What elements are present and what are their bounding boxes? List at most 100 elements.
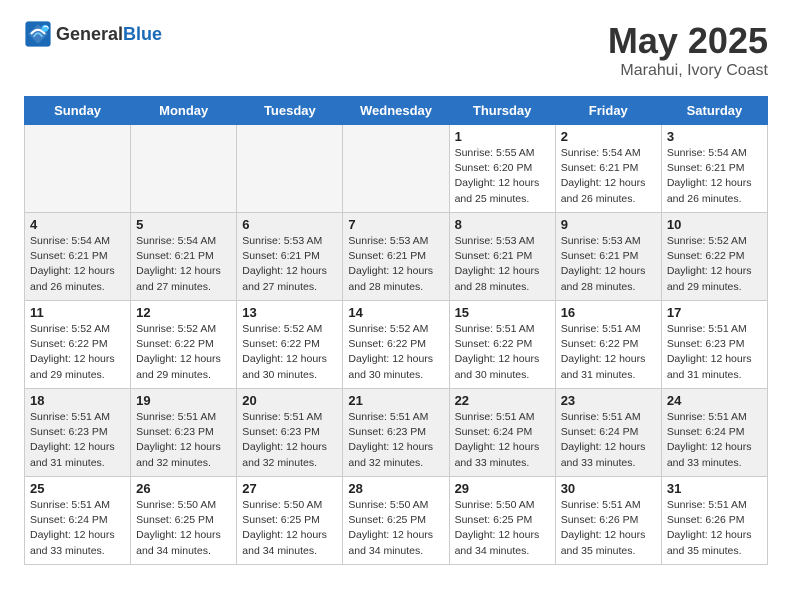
day-number: 9 [561,217,656,232]
day-info: Sunrise: 5:51 AM Sunset: 6:26 PM Dayligh… [561,498,656,559]
day-number: 21 [348,393,443,408]
cal-cell: 5 Sunrise: 5:54 AM Sunset: 6:21 PM Daylig… [131,213,237,301]
cal-cell: 1Sunrise: 5:55 AM Sunset: 6:20 PM Daylig… [449,125,555,213]
cal-cell: 11Sunrise: 5:52 AM Sunset: 6:22 PM Dayli… [25,301,131,389]
day-info: Sunrise: 5:51 AM Sunset: 6:23 PM Dayligh… [30,410,125,471]
calendar-title: May 2025 [608,20,768,62]
cal-cell: 22Sunrise: 5:51 AM Sunset: 6:24 PM Dayli… [449,389,555,477]
week-row-5: 25 Sunrise: 5:51 AM Sunset: 6:24 PM Dayli… [25,477,768,565]
cal-cell: 7 Sunrise: 5:53 AM Sunset: 6:21 PM Daylig… [343,213,449,301]
cal-cell: 4 Sunrise: 5:54 AM Sunset: 6:21 PM Daylig… [25,213,131,301]
day-number: 10 [667,217,762,232]
cal-cell: 10Sunrise: 5:52 AM Sunset: 6:22 PM Dayli… [661,213,767,301]
cal-cell: 18 Sunrise: 5:51 AM Sunset: 6:23 PM Dayli… [25,389,131,477]
day-info: Sunrise: 5:53 AM Sunset: 6:21 PM Dayligh… [561,234,656,295]
day-number: 31 [667,481,762,496]
cal-cell: 19Sunrise: 5:51 AM Sunset: 6:23 PM Dayli… [131,389,237,477]
cal-cell: 9 Sunrise: 5:53 AM Sunset: 6:21 PM Daylig… [555,213,661,301]
day-header-row: SundayMondayTuesdayWednesdayThursdayFrid… [25,97,768,125]
day-info: Sunrise: 5:53 AM Sunset: 6:21 PM Dayligh… [348,234,443,295]
day-info: Sunrise: 5:54 AM Sunset: 6:21 PM Dayligh… [561,146,656,207]
cal-cell: 26 Sunrise: 5:50 AM Sunset: 6:25 PM Dayli… [131,477,237,565]
day-info: Sunrise: 5:52 AM Sunset: 6:22 PM Dayligh… [348,322,443,383]
day-number: 17 [667,305,762,320]
day-number: 30 [561,481,656,496]
header: GeneralBlue May 2025 Marahui, Ivory Coas… [24,20,768,80]
day-number: 7 [348,217,443,232]
day-header-thursday: Thursday [449,97,555,125]
day-info: Sunrise: 5:54 AM Sunset: 6:21 PM Dayligh… [136,234,231,295]
day-number: 16 [561,305,656,320]
cal-cell: 8Sunrise: 5:53 AM Sunset: 6:21 PM Daylig… [449,213,555,301]
day-info: Sunrise: 5:50 AM Sunset: 6:25 PM Dayligh… [136,498,231,559]
day-number: 6 [242,217,337,232]
day-header-wednesday: Wednesday [343,97,449,125]
day-info: Sunrise: 5:50 AM Sunset: 6:25 PM Dayligh… [348,498,443,559]
logo: GeneralBlue [24,20,162,48]
day-number: 28 [348,481,443,496]
cal-cell: 14 Sunrise: 5:52 AM Sunset: 6:22 PM Dayli… [343,301,449,389]
day-number: 26 [136,481,231,496]
logo-text: GeneralBlue [56,25,162,44]
cal-cell: 31 Sunrise: 5:51 AM Sunset: 6:26 PM Dayli… [661,477,767,565]
day-info: Sunrise: 5:51 AM Sunset: 6:24 PM Dayligh… [667,410,762,471]
calendar-page: GeneralBlue May 2025 Marahui, Ivory Coas… [0,0,792,585]
day-info: Sunrise: 5:51 AM Sunset: 6:23 PM Dayligh… [348,410,443,471]
day-info: Sunrise: 5:51 AM Sunset: 6:22 PM Dayligh… [561,322,656,383]
day-header-friday: Friday [555,97,661,125]
day-info: Sunrise: 5:51 AM Sunset: 6:24 PM Dayligh… [30,498,125,559]
calendar-table: SundayMondayTuesdayWednesdayThursdayFrid… [24,96,768,565]
cal-cell: 3Sunrise: 5:54 AM Sunset: 6:21 PM Daylig… [661,125,767,213]
day-info: Sunrise: 5:54 AM Sunset: 6:21 PM Dayligh… [30,234,125,295]
week-row-1: 1Sunrise: 5:55 AM Sunset: 6:20 PM Daylig… [25,125,768,213]
cal-cell [25,125,131,213]
day-number: 20 [242,393,337,408]
cal-cell [237,125,343,213]
cal-cell [343,125,449,213]
day-number: 23 [561,393,656,408]
cal-cell: 15 Sunrise: 5:51 AM Sunset: 6:22 PM Dayli… [449,301,555,389]
day-info: Sunrise: 5:51 AM Sunset: 6:22 PM Dayligh… [455,322,550,383]
day-number: 8 [455,217,550,232]
day-info: Sunrise: 5:50 AM Sunset: 6:25 PM Dayligh… [455,498,550,559]
cal-cell: 23 Sunrise: 5:51 AM Sunset: 6:24 PM Dayli… [555,389,661,477]
day-number: 2 [561,129,656,144]
calendar-subtitle: Marahui, Ivory Coast [608,62,768,80]
day-number: 5 [136,217,231,232]
day-header-tuesday: Tuesday [237,97,343,125]
cal-cell: 29Sunrise: 5:50 AM Sunset: 6:25 PM Dayli… [449,477,555,565]
day-number: 1 [455,129,550,144]
day-number: 18 [30,393,125,408]
day-info: Sunrise: 5:51 AM Sunset: 6:23 PM Dayligh… [242,410,337,471]
day-info: Sunrise: 5:51 AM Sunset: 6:26 PM Dayligh… [667,498,762,559]
day-number: 4 [30,217,125,232]
week-row-2: 4 Sunrise: 5:54 AM Sunset: 6:21 PM Daylig… [25,213,768,301]
day-header-monday: Monday [131,97,237,125]
cal-cell: 27 Sunrise: 5:50 AM Sunset: 6:25 PM Dayli… [237,477,343,565]
day-number: 27 [242,481,337,496]
day-info: Sunrise: 5:50 AM Sunset: 6:25 PM Dayligh… [242,498,337,559]
day-info: Sunrise: 5:51 AM Sunset: 6:23 PM Dayligh… [667,322,762,383]
logo-general: General [56,24,123,44]
logo-blue: Blue [123,24,162,44]
day-number: 12 [136,305,231,320]
day-number: 14 [348,305,443,320]
cal-cell: 20 Sunrise: 5:51 AM Sunset: 6:23 PM Dayli… [237,389,343,477]
day-number: 15 [455,305,550,320]
day-number: 24 [667,393,762,408]
cal-cell: 30 Sunrise: 5:51 AM Sunset: 6:26 PM Dayli… [555,477,661,565]
day-info: Sunrise: 5:52 AM Sunset: 6:22 PM Dayligh… [136,322,231,383]
title-block: May 2025 Marahui, Ivory Coast [608,20,768,80]
cal-cell: 17 Sunrise: 5:51 AM Sunset: 6:23 PM Dayli… [661,301,767,389]
day-number: 22 [455,393,550,408]
day-header-saturday: Saturday [661,97,767,125]
day-number: 13 [242,305,337,320]
day-number: 25 [30,481,125,496]
cal-cell: 2 Sunrise: 5:54 AM Sunset: 6:21 PM Daylig… [555,125,661,213]
cal-cell: 25 Sunrise: 5:51 AM Sunset: 6:24 PM Dayli… [25,477,131,565]
day-info: Sunrise: 5:51 AM Sunset: 6:24 PM Dayligh… [561,410,656,471]
cal-cell: 16 Sunrise: 5:51 AM Sunset: 6:22 PM Dayli… [555,301,661,389]
logo-icon [24,20,52,48]
day-info: Sunrise: 5:54 AM Sunset: 6:21 PM Dayligh… [667,146,762,207]
cal-cell: 24 Sunrise: 5:51 AM Sunset: 6:24 PM Dayli… [661,389,767,477]
